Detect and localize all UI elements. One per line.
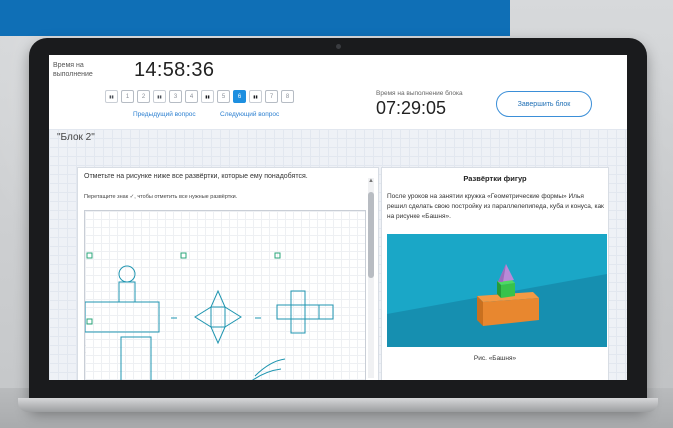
block-area: "Блок 2" Отметьте на рисунке ниже все ра… (49, 129, 627, 380)
checkbox-square (86, 318, 93, 325)
checkbox-square (274, 252, 281, 259)
task-scrollbar[interactable]: ▲ (368, 178, 374, 378)
net-rect (120, 336, 152, 380)
tower-image (387, 234, 607, 347)
info-title: Развёртки фигур (463, 174, 527, 183)
question-number-button[interactable]: 6 (233, 90, 246, 103)
camera-dot (336, 44, 341, 49)
question-book-button[interactable]: ▮▮ (105, 90, 118, 103)
next-question-link[interactable]: Следующий вопрос (220, 111, 279, 118)
net-arc (254, 358, 286, 377)
task-hint: Перетащите знак ✓, чтобы отметить все ну… (84, 194, 238, 200)
task-question: Отметьте на рисунке ниже все развёртки, … (84, 173, 308, 180)
net-rect (118, 281, 136, 303)
net-cube-square (318, 304, 334, 320)
question-number-button[interactable]: 1 (121, 90, 134, 103)
nets-canvas[interactable]: [ (84, 210, 366, 380)
net-cube-square (290, 304, 306, 320)
timer-value: 14:58:36 (134, 59, 215, 81)
question-number-button[interactable]: 4 (185, 90, 198, 103)
question-number-button[interactable]: 3 (169, 90, 182, 103)
block-time-label: Время на выполнение блока (376, 90, 463, 97)
question-number-button[interactable]: 7 (265, 90, 278, 103)
net-arc (252, 368, 282, 380)
timer-label: Время на выполнение (53, 62, 93, 78)
net-cube-square (290, 290, 306, 306)
finish-block-button[interactable]: Завершить блок (496, 91, 592, 117)
net-pyramid-star (194, 289, 242, 345)
net-cylinder-circle (118, 265, 136, 283)
book-icon: ▮▮ (109, 94, 114, 99)
book-icon: ▮▮ (205, 94, 210, 99)
info-card: Развёртки фигур После уроков на занятии … (381, 167, 609, 380)
previous-question-link[interactable]: Предыдущий вопрос (133, 111, 196, 118)
question-book-button[interactable]: ▮▮ (249, 90, 262, 103)
scroll-thumb[interactable] (368, 192, 374, 278)
nets-drawing: [ (85, 252, 334, 380)
task-card: Отметьте на рисунке ниже все развёртки, … (77, 167, 379, 380)
scroll-up-icon[interactable]: ▲ (368, 178, 374, 184)
laptop-base (18, 398, 658, 412)
block-title: "Блок 2" (57, 132, 95, 143)
screen: Время на выполнение 14:58:36 ▮▮ 1 2 ▮▮ 3 4 ▮▮ 5… (49, 55, 627, 380)
block-time-value: 07:29:05 (376, 98, 447, 118)
book-icon: ▮▮ (157, 94, 162, 99)
net-pyramid-base (210, 306, 226, 328)
question-book-button[interactable]: ▮▮ (201, 90, 214, 103)
corner-banner (0, 0, 510, 36)
tower-illustration (387, 234, 607, 347)
net-cube-square (276, 304, 292, 320)
net-rect (85, 301, 160, 333)
info-text: После уроков на занятии кружка «Геометри… (387, 193, 604, 220)
question-number-button[interactable]: 5 (217, 90, 230, 103)
question-book-button[interactable]: ▮▮ (153, 90, 166, 103)
svg-text:[: [ (85, 344, 86, 353)
checkbox-square (86, 252, 93, 259)
question-navigator: ▮▮ 1 2 ▮▮ 3 4 ▮▮ 5 6 ▮▮ 7 8 (105, 90, 294, 103)
question-number-button[interactable]: 2 (137, 90, 150, 103)
net-cube-square (290, 318, 306, 334)
net-cube-square (304, 304, 320, 320)
question-number-button[interactable]: 8 (281, 90, 294, 103)
image-caption: Рис. «Башня» (473, 355, 517, 362)
checkbox-square (180, 252, 187, 259)
laptop-frame: Время на выполнение 14:58:36 ▮▮ 1 2 ▮▮ 3 4 ▮▮ 5… (29, 38, 647, 408)
book-icon: ▮▮ (253, 94, 258, 99)
